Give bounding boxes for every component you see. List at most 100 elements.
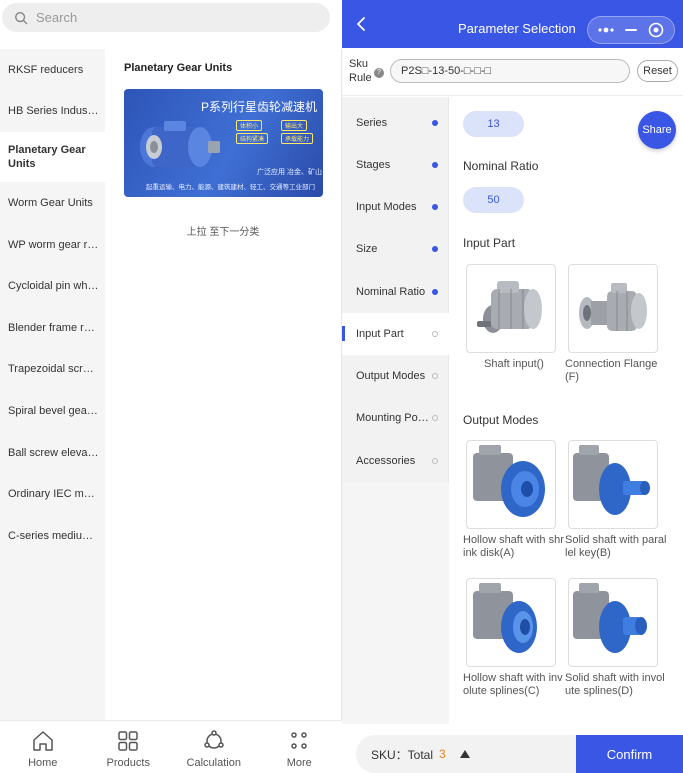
search-input[interactable] bbox=[36, 10, 296, 25]
nav-products[interactable]: Products bbox=[86, 721, 172, 773]
category-label: HB Series Industrial Gearbox bbox=[8, 105, 99, 118]
sku-rule-input[interactable] bbox=[390, 59, 630, 83]
category-item[interactable]: Ordinary IEC motor bbox=[0, 473, 105, 515]
category-label: Trapezoidal screw lift bbox=[8, 363, 99, 376]
output-d-image bbox=[573, 582, 647, 653]
param-nav-input-modes[interactable]: Input Modes bbox=[342, 186, 449, 228]
output-b-image bbox=[573, 444, 650, 515]
close-circle-icon[interactable] bbox=[645, 20, 667, 40]
param-nav-nominal-ratio[interactable]: Nominal Ratio bbox=[342, 271, 449, 313]
expand-up-icon[interactable] bbox=[459, 750, 470, 758]
nav-label: More bbox=[286, 757, 312, 769]
nominal-ratio-chip-selected[interactable]: 50 bbox=[463, 187, 524, 213]
incomplete-dot-icon bbox=[432, 458, 438, 464]
option-thumbnail bbox=[466, 264, 556, 353]
minimize-icon[interactable] bbox=[620, 20, 642, 40]
back-arrow-icon[interactable] bbox=[354, 16, 370, 32]
option-output-c[interactable]: Hollow shaft with involute splines(C) bbox=[463, 578, 565, 698]
option-thumbnail bbox=[466, 578, 556, 667]
category-item[interactable]: Spiral bevel gear lift bbox=[0, 390, 105, 432]
param-nav-label: Input Part bbox=[356, 328, 404, 340]
option-label: Hollow shaft with shrink disk(A) bbox=[463, 534, 564, 559]
nav-more[interactable]: More bbox=[257, 721, 343, 773]
complete-dot-icon bbox=[432, 120, 438, 126]
size-chip-selected[interactable]: 13 bbox=[463, 111, 524, 137]
pull-hint: 上拉 至下一分类 bbox=[186, 227, 260, 238]
param-nav-label: Size bbox=[356, 243, 378, 255]
card-tag: 结构紧凑 bbox=[236, 133, 269, 144]
category-label: Ordinary IEC motor bbox=[8, 488, 99, 501]
category-item[interactable]: WP worm gear reducer bbox=[0, 224, 105, 266]
param-nav-label: Output Modes bbox=[356, 370, 426, 382]
sku-total-count: 3 bbox=[439, 747, 446, 761]
help-icon[interactable]: ? bbox=[374, 68, 384, 78]
category-label: RKSF reducers bbox=[8, 63, 84, 76]
nav-label: Calculation bbox=[186, 757, 241, 769]
category-item[interactable]: Ball screw elevator bbox=[0, 432, 105, 474]
nav-calculation[interactable]: Calculation bbox=[171, 721, 257, 773]
param-nav-input-part[interactable]: Input Part bbox=[342, 313, 449, 355]
option-shaft-input[interactable]: Shaft input() bbox=[463, 264, 565, 371]
option-output-b[interactable]: Solid shaft with parallel key(B) bbox=[565, 440, 667, 560]
menu-dots-icon[interactable] bbox=[595, 20, 617, 40]
grid-icon bbox=[118, 731, 138, 751]
product-app: RKSF reducers HB Series Industrial Gearb… bbox=[0, 0, 342, 773]
param-nav-accessories[interactable]: Accessories bbox=[342, 440, 449, 482]
param-nav-size[interactable]: Size bbox=[342, 228, 449, 270]
calculation-icon bbox=[204, 730, 224, 749]
incomplete-dot-icon bbox=[432, 373, 438, 379]
category-item[interactable]: Worm Gear Units bbox=[0, 182, 105, 224]
param-nav-label: Input Modes bbox=[356, 201, 417, 213]
param-nav-output-modes[interactable]: Output Modes bbox=[342, 355, 449, 397]
parameter-nav: Series Stages Input Modes Size Nominal R… bbox=[342, 97, 457, 724]
panel-header: Parameter Selection bbox=[342, 0, 683, 48]
category-content: Planetary Gear Units P系列行星齿轮减速机 体积小 输出大 … bbox=[105, 49, 341, 720]
category-item[interactable]: RKSF reducers bbox=[0, 49, 105, 91]
option-output-d[interactable]: Solid shaft with involute splines(D) bbox=[565, 578, 667, 698]
category-label: Spiral bevel gear lift bbox=[8, 404, 99, 417]
param-nav-series[interactable]: Series bbox=[342, 102, 449, 144]
param-nav-label: Nominal Ratio bbox=[356, 286, 426, 298]
product-card[interactable]: P系列行星齿轮减速机 体积小 输出大 结构紧凑 承载能力 广泛应用 冶金、矿山 … bbox=[124, 89, 323, 197]
param-nav-label: Mounting Position bbox=[356, 412, 431, 424]
category-item[interactable]: C-series medium reducer bbox=[0, 515, 105, 557]
card-line: 广泛应用 冶金、矿山 bbox=[257, 169, 322, 176]
option-label: Hollow shaft with involute splines(C) bbox=[463, 672, 563, 697]
category-label: Ball screw elevator bbox=[8, 446, 99, 459]
category-title: Planetary Gear Units bbox=[124, 62, 233, 74]
share-button[interactable]: Share bbox=[638, 111, 676, 149]
confirm-button[interactable]: Confirm bbox=[576, 735, 683, 773]
reset-button[interactable]: Reset bbox=[637, 60, 678, 82]
category-item[interactable]: Blender frame reducer bbox=[0, 307, 105, 349]
param-nav-label: Stages bbox=[356, 159, 391, 171]
option-thumbnail bbox=[466, 440, 556, 529]
search-box[interactable] bbox=[2, 3, 330, 32]
category-label: Cycloidal pin wheel reducer bbox=[8, 280, 99, 293]
option-label: Shaft input() bbox=[484, 358, 544, 370]
sku-total-label: SKU：Total bbox=[371, 747, 434, 762]
nav-home[interactable]: Home bbox=[0, 721, 86, 773]
option-output-a[interactable]: Hollow shaft with shrink disk(A) bbox=[463, 440, 565, 560]
complete-dot-icon bbox=[432, 204, 438, 210]
option-label: Solid shaft with involute splines(D) bbox=[565, 672, 665, 697]
incomplete-dot-icon bbox=[432, 415, 438, 421]
param-nav-stages[interactable]: Stages bbox=[342, 144, 449, 186]
panel-title: Parameter Selection bbox=[458, 21, 576, 36]
section-title-output-modes: Output Modes bbox=[463, 413, 539, 427]
option-thumbnail bbox=[568, 578, 658, 667]
category-list: RKSF reducers HB Series Industrial Gearb… bbox=[0, 49, 105, 720]
card-tag: 承载能力 bbox=[281, 133, 314, 144]
output-c-image bbox=[473, 582, 537, 653]
category-item[interactable]: HB Series Industrial Gearbox bbox=[0, 91, 105, 133]
category-item[interactable]: Cycloidal pin wheel reducer bbox=[0, 265, 105, 307]
category-label: WP worm gear reducer bbox=[8, 238, 99, 251]
search-icon bbox=[15, 11, 28, 24]
sku-total-bar: SKU：Total 3 bbox=[356, 735, 577, 773]
parameter-options: 13 Share Nominal Ratio 50 Input Part Sha… bbox=[449, 97, 683, 724]
param-nav-mounting-position[interactable]: Mounting Position bbox=[342, 397, 449, 439]
gearbox-image bbox=[140, 121, 220, 167]
category-item[interactable]: Trapezoidal screw lift bbox=[0, 349, 105, 391]
option-connection-flange[interactable]: Connection Flange(F) bbox=[565, 264, 667, 384]
category-item-active[interactable]: Planetary Gear Units bbox=[0, 132, 105, 183]
connection-flange-image bbox=[579, 282, 647, 331]
